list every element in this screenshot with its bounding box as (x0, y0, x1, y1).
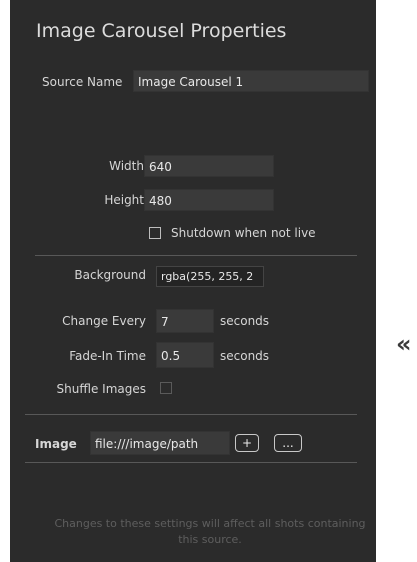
add-image-button[interactable]: + (235, 434, 259, 452)
collapse-panel-icon[interactable]: « (396, 330, 412, 358)
background-label: Background (74, 268, 146, 282)
change-every-label: Change Every (62, 314, 146, 328)
properties-panel: Image Carousel Properties Source Name Im… (10, 0, 376, 562)
width-label: Width (109, 159, 144, 173)
footer-note: Changes to these settings will affect al… (54, 517, 366, 546)
divider-middle (25, 414, 357, 415)
fade-in-unit: seconds (220, 349, 270, 363)
width-field[interactable]: 640 (144, 155, 274, 177)
shuffle-label: Shuffle Images (56, 382, 146, 396)
divider-top (35, 255, 357, 256)
source-name-label: Source Name (42, 75, 123, 89)
image-path-field[interactable]: file:///image/path (90, 431, 230, 455)
height-field[interactable]: 480 (144, 189, 274, 211)
image-label: Image (35, 437, 77, 451)
source-name-field[interactable]: Image Carousel 1 (133, 70, 369, 92)
change-every-unit: seconds (220, 314, 270, 328)
change-every-field[interactable]: 7 (156, 309, 214, 333)
more-image-button[interactable]: ... (274, 434, 302, 452)
shutdown-label: Shutdown when not live (171, 226, 316, 240)
divider-bottom (25, 462, 357, 463)
height-label: Height (104, 193, 144, 207)
background-field[interactable]: rgba(255, 255, 2 (156, 266, 264, 287)
shutdown-checkbox[interactable] (149, 227, 161, 239)
fade-in-field[interactable]: 0.5 (156, 342, 214, 368)
fade-in-label: Fade-In Time (69, 349, 146, 363)
shuffle-checkbox[interactable] (160, 382, 172, 394)
panel-title: Image Carousel Properties (36, 20, 287, 42)
